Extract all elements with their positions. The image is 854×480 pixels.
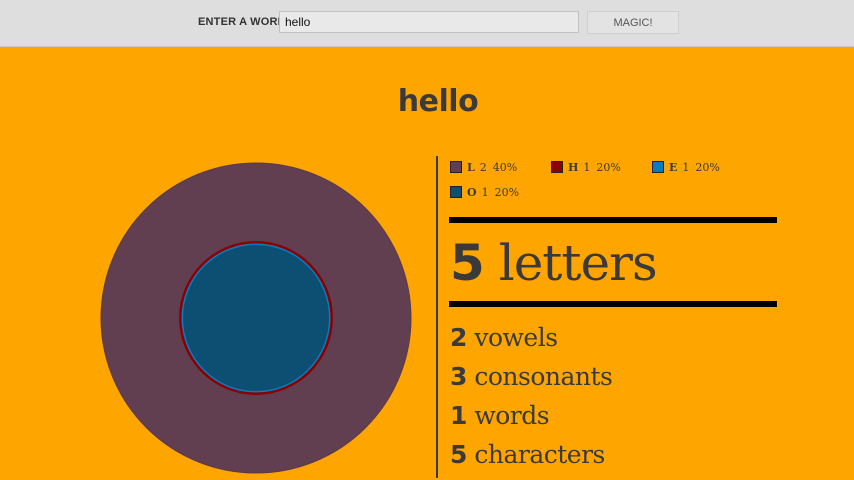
enter-word-label: ENTER A WORD: [198, 16, 286, 28]
letters-count: 5 letters: [450, 230, 658, 296]
word-input[interactable]: [279, 11, 579, 33]
words-stat: 1 words: [450, 400, 550, 432]
words-value: 1: [450, 401, 467, 430]
legend-letter: O: [467, 186, 477, 199]
legend-swatch-e: [652, 161, 664, 173]
characters-value: 5: [450, 440, 467, 469]
legend-percent: 20%: [695, 161, 720, 174]
legend-count: 1: [481, 186, 489, 199]
vertical-divider: [436, 156, 438, 478]
magic-button[interactable]: MAGIC!: [587, 11, 679, 34]
letters-value: 5: [450, 234, 485, 292]
legend-letter: E: [669, 161, 678, 174]
vowels-stat: 2 vowels: [450, 322, 558, 354]
legend-item-o: O 1 20%: [450, 186, 519, 200]
legend-percent: 20%: [494, 186, 520, 199]
legend-percent: 20%: [596, 161, 621, 174]
legend-letter: L: [467, 161, 475, 174]
letter-donut-chart: [100, 162, 412, 474]
letters-label: letters: [498, 234, 658, 292]
legend-count: 1: [583, 161, 591, 174]
words-label: words: [474, 401, 550, 430]
legend-swatch-l: [450, 161, 462, 173]
legend-letter: H: [568, 161, 579, 174]
legend-percent: 40%: [492, 161, 518, 174]
characters-label: characters: [474, 440, 605, 469]
top-bar: ENTER A WORD MAGIC!: [0, 0, 854, 47]
bottom-rule: [449, 301, 777, 307]
vowels-label: vowels: [474, 323, 558, 352]
legend-count: 1: [682, 161, 690, 174]
characters-stat: 5 characters: [450, 439, 605, 471]
legend-item-h: H 1 20%: [551, 161, 621, 175]
legend-count: 2: [479, 161, 487, 174]
consonants-stat: 3 consonants: [450, 361, 613, 393]
vowels-value: 2: [450, 323, 467, 352]
consonants-value: 3: [450, 362, 467, 391]
legend-item-e: E 1 20%: [652, 161, 720, 175]
top-rule: [449, 217, 777, 223]
legend-swatch-o: [450, 186, 462, 198]
legend-swatch-h: [551, 161, 563, 173]
inner-disc-O: [183, 245, 329, 391]
legend-item-l: L 2 40%: [450, 161, 517, 175]
consonants-label: consonants: [474, 362, 613, 391]
word-title: hello: [397, 84, 479, 119]
